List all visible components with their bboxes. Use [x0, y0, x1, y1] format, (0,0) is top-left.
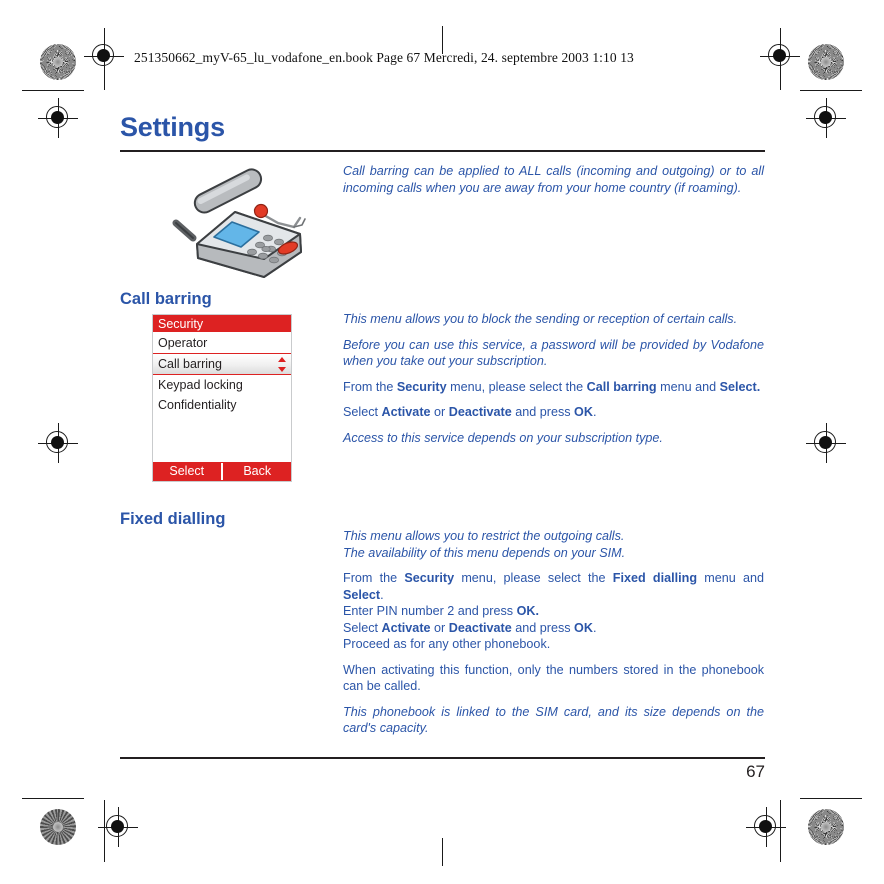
cb-p3-run-0: From the — [343, 379, 397, 394]
fd-p2-run-14: Deactivate — [448, 620, 512, 635]
phone-menu-item-keypad-locking[interactable]: Keypad locking — [153, 375, 291, 395]
fd-paragraph-3: When activating this function, only the … — [343, 662, 764, 694]
fd-p2-run-15: and press — [511, 620, 575, 635]
phone-screen-title: Security — [153, 315, 291, 333]
phone-softkey-bar: Select Back — [153, 462, 291, 481]
title-divider — [120, 150, 765, 152]
softkey-select[interactable]: Select — [153, 462, 221, 481]
cb-paragraph-5: Access to this service depends on your s… — [343, 430, 663, 445]
cb-p4-run-5: OK — [574, 405, 593, 419]
manual-page: 251350662_myV-65_lu_vodafone_en.book Pag… — [0, 0, 884, 884]
cb-p3-run-3: Call barring — [586, 379, 657, 394]
cb-paragraph-1: This menu allows you to block the sendin… — [343, 312, 738, 326]
fd-p2-run-8: Enter PIN number 2 and press — [343, 604, 517, 618]
cb-p4-run-1: Activate — [381, 405, 431, 419]
fd-p2-run-6: . — [380, 587, 384, 602]
cb-p4-run-2: or — [430, 405, 449, 419]
fd-p2-run-4: menu and — [697, 571, 765, 585]
fd-p2-run-3: Fixed dialling — [612, 571, 698, 585]
scroll-up-arrow-icon[interactable] — [278, 357, 286, 362]
cb-p3-run-4: menu and — [656, 379, 720, 394]
fd-p2-run-11: Select — [343, 620, 382, 635]
fd-p2-run-2: menu, please select the — [454, 571, 613, 585]
cb-p4-run-3: Deactivate — [448, 405, 512, 419]
cb-p4-run-4: and press — [511, 405, 575, 419]
fd-p2-run-9: OK. — [516, 604, 539, 618]
fd-p2-run-19: Proceed as for any other phonebook. — [343, 637, 551, 651]
call-barring-text-block: This menu allows you to block the sendin… — [343, 311, 764, 446]
page-number: 67 — [746, 762, 765, 781]
intro-paragraph: Call barring can be applied to ALL calls… — [343, 164, 764, 195]
cb-paragraph-4: Select Activate or Deactivate and press … — [343, 404, 764, 421]
fd-p2-run-12: Activate — [381, 620, 431, 635]
fd-paragraph-1: This menu allows you to restrict the out… — [343, 528, 764, 561]
fd-p2-run-16: OK — [574, 620, 593, 635]
fd-p2-run-13: or — [430, 620, 449, 635]
phone-screen-mockup: Security Operator Call barring Keypad lo… — [152, 314, 292, 482]
fd-paragraph-4: This phonebook is linked to the SIM card… — [343, 704, 764, 736]
book-file-header: 251350662_myV-65_lu_vodafone_en.book Pag… — [134, 50, 634, 65]
fd-p1-run-2: The availability of this menu depends on… — [343, 545, 626, 560]
fd-p2-run-5: Select — [343, 587, 381, 602]
cb-p3-run-1: Security — [396, 379, 447, 394]
fd-p2-run-1: Security — [404, 571, 455, 585]
softkey-back[interactable]: Back — [223, 462, 291, 481]
fd-p1-run-0: This menu allows you to restrict the out… — [343, 529, 625, 543]
footer-divider — [120, 757, 765, 759]
cb-p3-run-2: menu, please select the — [446, 379, 587, 394]
fd-paragraph-2: From the Security menu, please select th… — [343, 570, 764, 653]
phone-headset-illustration — [160, 165, 325, 290]
section-heading-call-barring: Call barring — [120, 290, 212, 308]
section-heading-fixed-dialling: Fixed dialling — [120, 510, 226, 528]
cb-p4-run-0: Select — [343, 405, 382, 419]
fd-p2-run-17: . — [592, 620, 597, 635]
scroll-down-arrow-icon[interactable] — [278, 367, 286, 372]
phone-menu-item-confidentiality[interactable]: Confidentiality — [153, 395, 291, 415]
cb-paragraph-2: Before you can use this service, a passw… — [343, 337, 764, 369]
phone-menu-item-call-barring-label: Call barring — [158, 357, 222, 371]
cb-paragraph-3: From the Security menu, please select th… — [343, 379, 764, 396]
fixed-dialling-text-block: This menu allows you to restrict the out… — [343, 528, 764, 737]
phone-menu-item-operator[interactable]: Operator — [153, 333, 291, 353]
phone-menu-item-call-barring[interactable]: Call barring — [153, 353, 291, 375]
cb-p4-run-6: . — [592, 405, 597, 419]
scroll-arrows[interactable] — [278, 356, 287, 374]
page-title: Settings — [120, 112, 225, 142]
intro-text-block: Call barring can be applied to ALL calls… — [343, 163, 764, 196]
fd-p2-run-0: From the — [343, 571, 405, 585]
cb-p3-run-5: Select. — [719, 379, 761, 394]
